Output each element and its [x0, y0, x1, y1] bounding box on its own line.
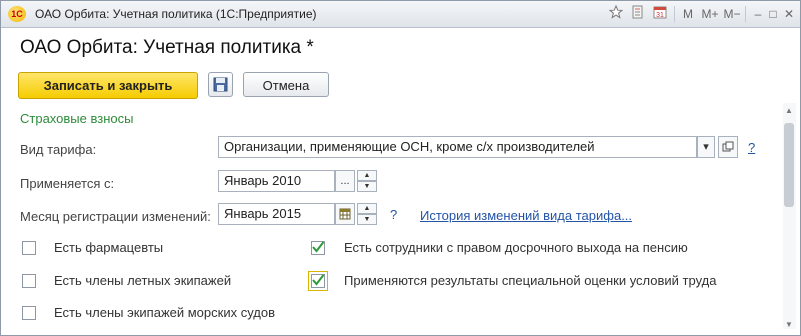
chevron-down-icon: ▾ [703, 141, 709, 153]
checkmark-icon [312, 274, 325, 286]
open-form-icon [722, 141, 734, 152]
svg-text:31: 31 [656, 12, 664, 19]
early-retirement-checkbox[interactable] [311, 241, 325, 255]
flight-crew-label: Есть члены летных экипажей [54, 273, 232, 288]
applies-from-label: Применяется с: [20, 176, 115, 191]
tariff-help-link[interactable]: ? [748, 140, 755, 155]
pharmacists-checkbox[interactable] [22, 241, 36, 255]
close-button[interactable]: ✕ [781, 5, 797, 23]
reg-month-calendar-button[interactable] [335, 203, 355, 225]
tariff-open-button[interactable] [718, 136, 738, 158]
sea-crew-label: Есть члены экипажей морских судов [54, 305, 275, 320]
tariff-field[interactable]: Организации, применяющие ОСН, кроме с/х … [218, 136, 697, 158]
scroll-down-icon[interactable]: ▼ [785, 321, 793, 329]
reg-month-spin-up[interactable]: ▲ [357, 203, 377, 214]
sea-crew-checkbox[interactable] [22, 306, 36, 320]
section-insurance-contributions: Страховые взносы [20, 111, 134, 126]
applies-from-spin-down[interactable]: ▼ [357, 181, 377, 192]
calendar-icon[interactable]: 31 [651, 5, 669, 23]
tariff-dropdown-button[interactable]: ▾ [697, 136, 715, 158]
special-assessment-label: Применяются результаты специальной оценк… [344, 273, 717, 288]
checkmark-icon [312, 241, 325, 253]
app-logo-icon: 1С [8, 6, 26, 22]
favorite-star-icon[interactable] [607, 4, 625, 23]
copy-link-icon[interactable] [629, 5, 647, 23]
save-button[interactable] [208, 72, 233, 97]
save-and-close-button[interactable]: Записать и закрыть [18, 72, 198, 99]
pharmacists-label: Есть фармацевты [54, 240, 164, 255]
cancel-button[interactable]: Отмена [243, 72, 329, 97]
app-window: 1С ОАО Орбита: Учетная политика (1С:Пред… [0, 0, 801, 336]
reg-month-spin-down[interactable]: ▼ [357, 214, 377, 225]
window-title: ОАО Орбита: Учетная политика (1С:Предпри… [35, 7, 317, 21]
memory-m-minus-button[interactable]: M− [722, 5, 742, 23]
tariff-history-link[interactable]: История изменений вида тарифа... [420, 208, 632, 223]
calendar-grid-icon [339, 208, 351, 220]
title-bar: 1С ОАО Орбита: Учетная политика (1С:Пред… [1, 1, 800, 28]
scroll-up-icon[interactable]: ▲ [785, 107, 793, 115]
applies-from-spin-up[interactable]: ▲ [357, 170, 377, 181]
scrollbar-thumb[interactable] [784, 123, 794, 207]
memory-m-plus-button[interactable]: M+ [700, 5, 720, 23]
memory-m-button[interactable]: M [680, 5, 696, 23]
tariff-label: Вид тарифа: [20, 142, 97, 157]
reg-month-help-link[interactable]: ? [390, 207, 397, 222]
early-retirement-label: Есть сотрудники с правом досрочного выхо… [344, 240, 688, 255]
applies-from-select-button[interactable]: ... [335, 170, 355, 192]
flight-crew-checkbox[interactable] [22, 274, 36, 288]
reg-month-label: Месяц регистрации изменений: [20, 209, 211, 224]
form-title: ОАО Орбита: Учетная политика * [20, 37, 314, 58]
title-toolbar: 31 M M+ M− – □ ✕ [600, 1, 800, 27]
applies-from-field[interactable]: Январь 2010 [218, 170, 335, 192]
maximize-button[interactable]: □ [766, 5, 780, 23]
reg-month-field[interactable]: Январь 2015 [218, 203, 335, 225]
special-assessment-checkbox[interactable] [308, 271, 328, 291]
minimize-button[interactable]: – [751, 5, 765, 23]
floppy-disk-icon [213, 77, 228, 92]
